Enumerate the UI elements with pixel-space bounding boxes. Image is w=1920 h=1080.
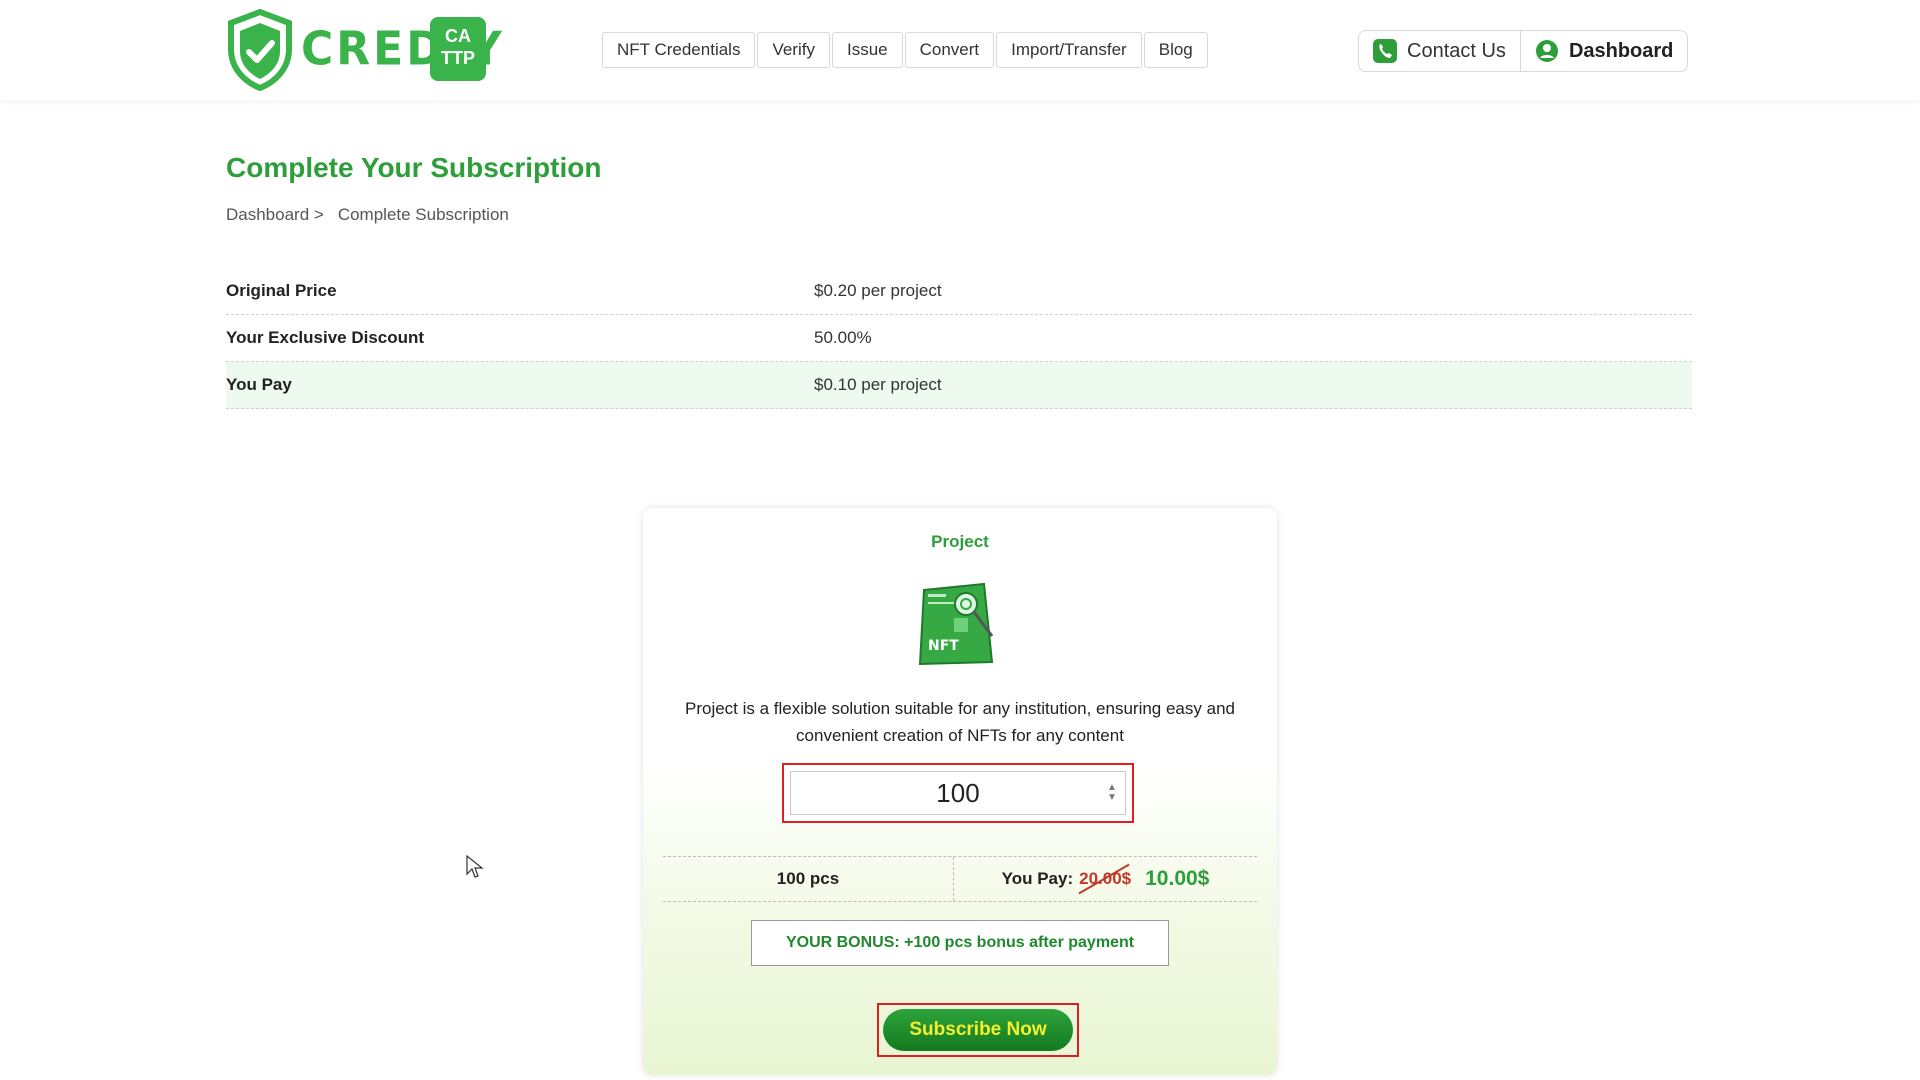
logo-badge-line2: TTP <box>441 48 475 68</box>
nft-project-image: NFT <box>914 578 1006 670</box>
breadcrumb-dashboard[interactable]: Dashboard > <box>226 205 324 225</box>
nav-convert[interactable]: Convert <box>904 32 995 68</box>
pricing-label: You Pay <box>226 375 292 394</box>
pricing-label: Original Price <box>226 281 337 300</box>
pricing-value: 50.00% <box>814 328 872 347</box>
pricing-row-you-pay: You Pay $0.10 per project <box>226 362 1692 409</box>
card-title: Project <box>931 532 989 551</box>
logo-badge: CA TTP <box>430 17 486 81</box>
contact-us-button[interactable]: Contact Us <box>1359 31 1520 71</box>
header-actions: Contact Us Dashboard <box>1358 30 1689 72</box>
new-price: 10.00$ <box>1145 867 1210 890</box>
logo-badge-line1: CA <box>445 26 471 46</box>
credly-logo[interactable]: CREDLY CA TTP <box>225 9 502 91</box>
quantity-input[interactable] <box>790 771 1126 815</box>
pricing-label: Your Exclusive Discount <box>226 328 425 347</box>
pcs-count: 100 pcs <box>663 857 954 901</box>
subscribe-now-button[interactable]: Subscribe Now <box>883 1009 1073 1051</box>
card-description: Project is a flexible solution suitable … <box>685 699 1235 745</box>
shield-check-icon <box>228 9 292 91</box>
pay-summary: You Pay: 20.00$ 10.00$ <box>954 857 1257 901</box>
you-pay-label: You Pay: <box>1001 869 1074 888</box>
quantity-stepper[interactable]: ▲ ▼ <box>1106 783 1118 805</box>
nav-nft-credentials[interactable]: NFT Credentials <box>602 32 756 68</box>
header: CREDLY CA TTP NFT Credentials Verify Iss… <box>0 0 1920 100</box>
mouse-cursor-icon <box>466 855 484 878</box>
pricing-row-discount: Your Exclusive Discount 50.00% <box>226 315 1692 362</box>
main-nav: NFT Credentials Verify Issue Convert Imp… <box>602 32 1208 68</box>
nav-issue[interactable]: Issue <box>831 32 903 68</box>
phone-icon <box>1373 39 1397 63</box>
page-title: Complete Your Subscription <box>226 152 602 183</box>
breadcrumb: Dashboard > Complete Subscription <box>226 205 509 225</box>
bonus-banner: YOUR BONUS: +100 pcs bonus after payment <box>751 920 1169 966</box>
user-icon <box>1535 40 1558 62</box>
dashboard-button[interactable]: Dashboard <box>1519 31 1687 71</box>
nav-verify[interactable]: Verify <box>757 32 830 68</box>
nav-import-transfer[interactable]: Import/Transfer <box>996 32 1142 68</box>
old-price: 20.00$ <box>1079 869 1132 888</box>
dashboard-label: Dashboard <box>1568 39 1674 62</box>
nft-image-label: NFT <box>928 638 959 654</box>
breadcrumb-current: Complete Subscription <box>337 205 509 224</box>
pricing-table: Original Price $0.20 per project Your Ex… <box>226 268 1692 409</box>
order-summary: 100 pcs You Pay: 20.00$ 10.00$ <box>663 856 1257 902</box>
chevron-down-icon[interactable]: ▼ <box>1106 793 1118 803</box>
contact-us-label: Contact Us <box>1407 39 1506 62</box>
subscribe-highlight: Subscribe Now <box>877 1003 1079 1057</box>
nav-blog[interactable]: Blog <box>1143 32 1208 68</box>
pricing-value: $0.10 per project <box>814 375 942 394</box>
pricing-value: $0.20 per project <box>814 281 942 300</box>
subscription-card: Project NFT Project is a flexible soluti… <box>643 508 1277 1075</box>
pricing-row-original: Original Price $0.20 per project <box>226 268 1692 315</box>
quantity-highlight: ▲ ▼ <box>782 763 1134 823</box>
nft-document-icon: NFT <box>918 582 994 666</box>
